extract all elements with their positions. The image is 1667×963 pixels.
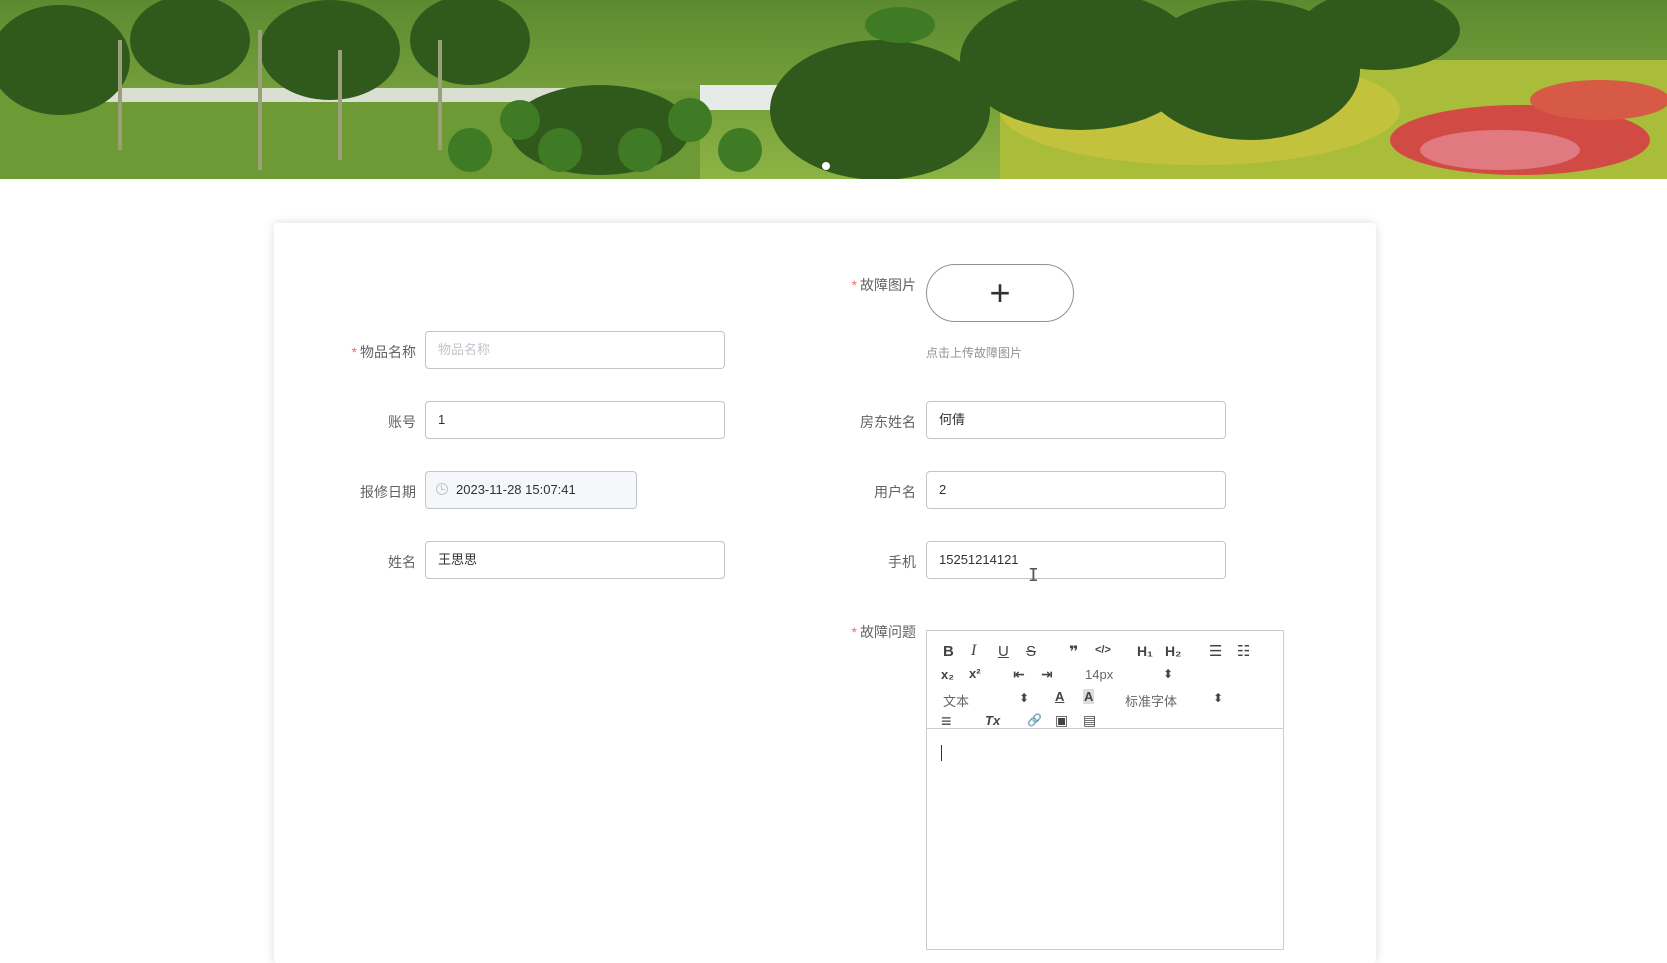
rich-text-editor[interactable]: B I U S ❞ </> H₁ H₂ ☰ ☷ x₂ x² ⇤ ⇥ 14px ⬍… (926, 630, 1284, 950)
fault-image-label-text: 故障图片 (860, 277, 916, 293)
phone-label: 手机 (888, 554, 916, 570)
clock-icon (436, 483, 448, 495)
outdent-button[interactable]: ⇤ (1013, 666, 1025, 683)
banner-image (0, 0, 1667, 179)
landlord-name-label: 房东姓名 (860, 414, 916, 430)
fault-issue-label: * 故障问题 (806, 622, 916, 642)
font-family-caret-icon: ⬍ (1213, 691, 1224, 705)
editor-text-caret (941, 745, 942, 761)
superscript-button[interactable]: x² (969, 666, 981, 681)
link-button[interactable]: 🔗 (1027, 713, 1042, 727)
phone-input[interactable]: 15251214121 (926, 541, 1226, 579)
header-select[interactable]: 文本 (943, 691, 969, 710)
font-color-button[interactable]: A (1055, 689, 1064, 704)
font-size-select[interactable]: 14px (1085, 667, 1113, 682)
ordered-list-button[interactable]: ☰ (1209, 642, 1222, 660)
h1-button[interactable]: H₁ (1137, 643, 1153, 659)
code-block-button[interactable]: </> (1095, 644, 1111, 656)
video-button[interactable]: ▤ (1083, 712, 1096, 729)
item-name-label: * 物品名称 (306, 342, 416, 362)
bold-button[interactable]: B (943, 643, 954, 660)
fault-image-label: * 故障图片 (806, 275, 916, 295)
username-label: 用户名 (874, 484, 916, 500)
text-cursor-icon: I (1028, 565, 1039, 586)
editor-toolbar: B I U S ❞ </> H₁ H₂ ☰ ☷ x₂ x² ⇤ ⇥ 14px ⬍… (927, 631, 1283, 732)
bullet-list-button[interactable]: ☷ (1237, 642, 1250, 660)
fault-image-upload-button[interactable]: + (926, 264, 1074, 322)
image-button[interactable]: ▣ (1055, 712, 1068, 729)
name-input[interactable]: 王思思 (425, 541, 725, 579)
repair-date-value: 2023-11-28 15:07:41 (456, 482, 576, 497)
underline-button[interactable]: U (998, 643, 1009, 660)
name-label: 姓名 (388, 554, 416, 570)
upload-hint: 点击上传故障图片 (926, 346, 1023, 360)
item-name-input[interactable]: 物品名称 (425, 331, 725, 369)
carousel-dot[interactable] (822, 162, 830, 170)
font-size-caret-icon: ⬍ (1163, 667, 1174, 681)
indent-button[interactable]: ⇥ (1041, 666, 1053, 683)
repair-date-label: 报修日期 (360, 484, 416, 500)
italic-button[interactable]: I (971, 642, 976, 660)
font-family-select[interactable]: 标准字体 (1125, 691, 1177, 710)
landlord-name-input[interactable]: 何倩 (926, 401, 1226, 439)
repair-date-picker[interactable]: 2023-11-28 15:07:41 (425, 471, 637, 509)
required-mark: * (851, 624, 857, 640)
strike-button[interactable]: S (1026, 643, 1036, 660)
subscript-button[interactable]: x₂ (941, 667, 954, 682)
garden-landscape-image (0, 0, 1667, 179)
account-input[interactable]: 1 (425, 401, 725, 439)
account-label: 账号 (388, 414, 416, 430)
fault-issue-label-text: 故障问题 (860, 624, 916, 640)
required-mark: * (851, 277, 857, 293)
blockquote-button[interactable]: ❞ (1069, 642, 1078, 662)
background-color-button[interactable]: A (1083, 689, 1095, 704)
header-caret-icon: ⬍ (1019, 691, 1030, 705)
clean-format-button[interactable]: Tx (985, 713, 1000, 728)
plus-icon: + (989, 272, 1011, 313)
required-mark: * (351, 344, 357, 360)
align-button[interactable]: ≡ (941, 711, 952, 732)
username-input[interactable]: 2 (926, 471, 1226, 509)
item-name-label-text: 物品名称 (360, 344, 416, 360)
h2-button[interactable]: H₂ (1165, 643, 1181, 659)
